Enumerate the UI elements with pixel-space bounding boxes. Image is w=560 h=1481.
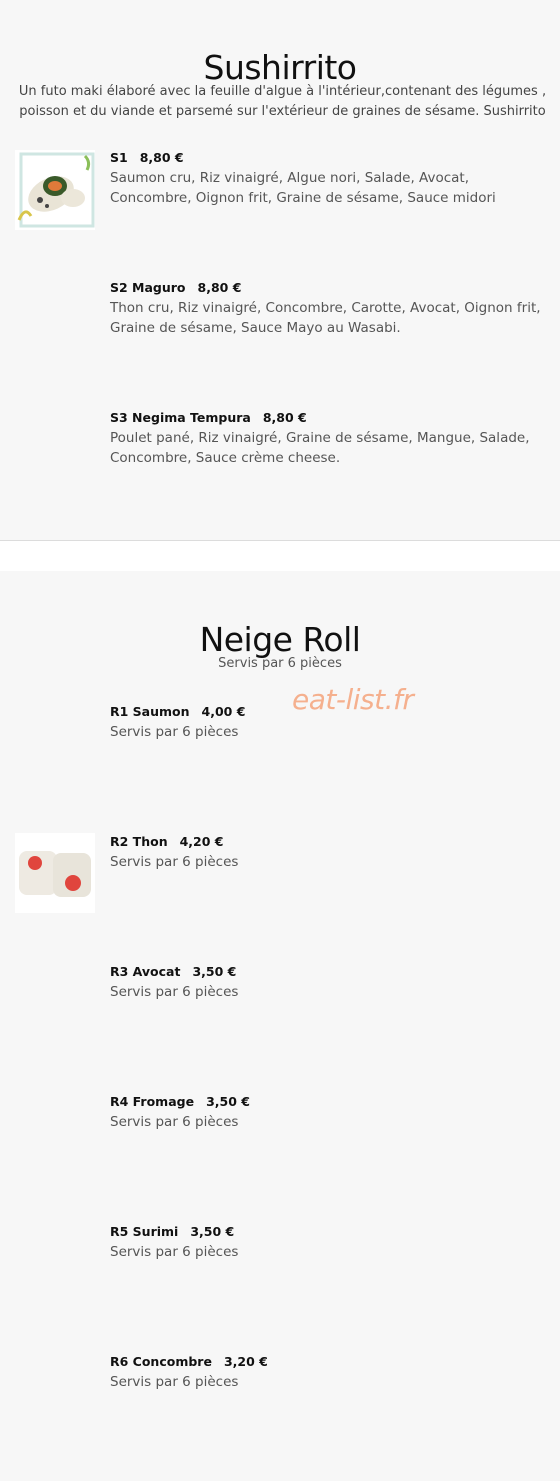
item-description: Servis par 6 pièces (110, 1244, 239, 1260)
item-header: R3 Avocat 3,50 € (110, 964, 550, 982)
menu-item[interactable]: R2 Thon 4,20 € Servis par 6 pièces (110, 834, 550, 872)
item-description: Saumon cru, Riz vinaigré, Algue nori, Sa… (110, 170, 496, 206)
neige-roll-section: Neige Roll Servis par 6 pièces R1 Saumon… (0, 571, 560, 1481)
item-code: S1 (110, 150, 128, 165)
menu-item[interactable]: R3 Avocat 3,50 € Servis par 6 pièces (110, 964, 550, 1002)
item-price: 3,50 € (190, 1224, 235, 1239)
item-header: S1 8,80 € (110, 150, 550, 168)
neige-roll-photo (15, 833, 95, 913)
item-price: 4,20 € (179, 834, 224, 849)
item-code: R2 Thon (110, 834, 168, 849)
item-code: R1 Saumon (110, 704, 190, 719)
menu-item[interactable]: S3 Negima Tempura 8,80 € Poulet pané, Riz… (110, 410, 550, 468)
item-price: 3,50 € (206, 1094, 250, 1109)
sushirrito-section: Sushirrito Un futo maki élaboré avec la … (0, 0, 560, 540)
section-subtitle: Servis par 6 pièces (218, 656, 342, 671)
section-divider (0, 540, 560, 541)
item-code: S2 Maguro (110, 280, 186, 295)
watermark: eat-list.fr (292, 683, 414, 716)
sushirrito-photo (15, 150, 95, 230)
menu-item[interactable]: R5 Surimi 3,50 € Servis par 6 pièces (110, 1224, 550, 1262)
item-code: R4 Fromage (110, 1094, 195, 1109)
item-description: Servis par 6 pièces (110, 854, 239, 870)
item-code: S3 Negima Tempura (110, 410, 251, 425)
item-code: R6 Concombre (110, 1354, 212, 1369)
menu-item[interactable]: S2 Maguro 8,80 € Thon cru, Riz vinaigré, … (110, 280, 550, 338)
item-price: 4,00 € (201, 704, 246, 719)
item-price: 3,50 € (192, 964, 237, 979)
item-price: 8,80 € (139, 150, 184, 165)
section-description: Un futo maki élaboré avec la feuille d'a… (18, 84, 547, 119)
item-description: Servis par 6 pièces (110, 984, 239, 1000)
item-code: R5 Surimi (110, 1224, 179, 1239)
item-header: S2 Maguro 8,80 € (110, 280, 550, 298)
item-header: R4 Fromage 3,50 € (110, 1094, 550, 1112)
item-header: R5 Surimi 3,50 € (110, 1224, 550, 1242)
item-price: 8,80 € (197, 280, 242, 295)
item-header: R2 Thon 4,20 € (110, 834, 550, 852)
item-code: R3 Avocat (110, 964, 181, 979)
menu-item[interactable]: R6 Concombre 3,20 € Servis par 6 pièces (110, 1354, 550, 1392)
item-price: 3,20 € (223, 1354, 268, 1369)
item-header: R6 Concombre 3,20 € (110, 1354, 550, 1372)
item-description: Thon cru, Riz vinaigré, Concombre, Carot… (110, 300, 541, 336)
item-description: Servis par 6 pièces (110, 1114, 239, 1130)
menu-item[interactable]: R4 Fromage 3,50 € Servis par 6 pièces (110, 1094, 550, 1132)
menu-item[interactable]: S1 8,80 € Saumon cru, Riz vinaigré, Algue… (110, 150, 550, 208)
item-description: Servis par 6 pièces (110, 1374, 239, 1390)
item-description: Poulet pané, Riz vinaigré, Graine de sés… (110, 430, 530, 466)
item-header: S3 Negima Tempura 8,80 € (110, 410, 550, 428)
section-title: Neige Roll (199, 620, 361, 659)
item-description: Servis par 6 pièces (110, 724, 239, 740)
item-price: 8,80 € (262, 410, 307, 425)
